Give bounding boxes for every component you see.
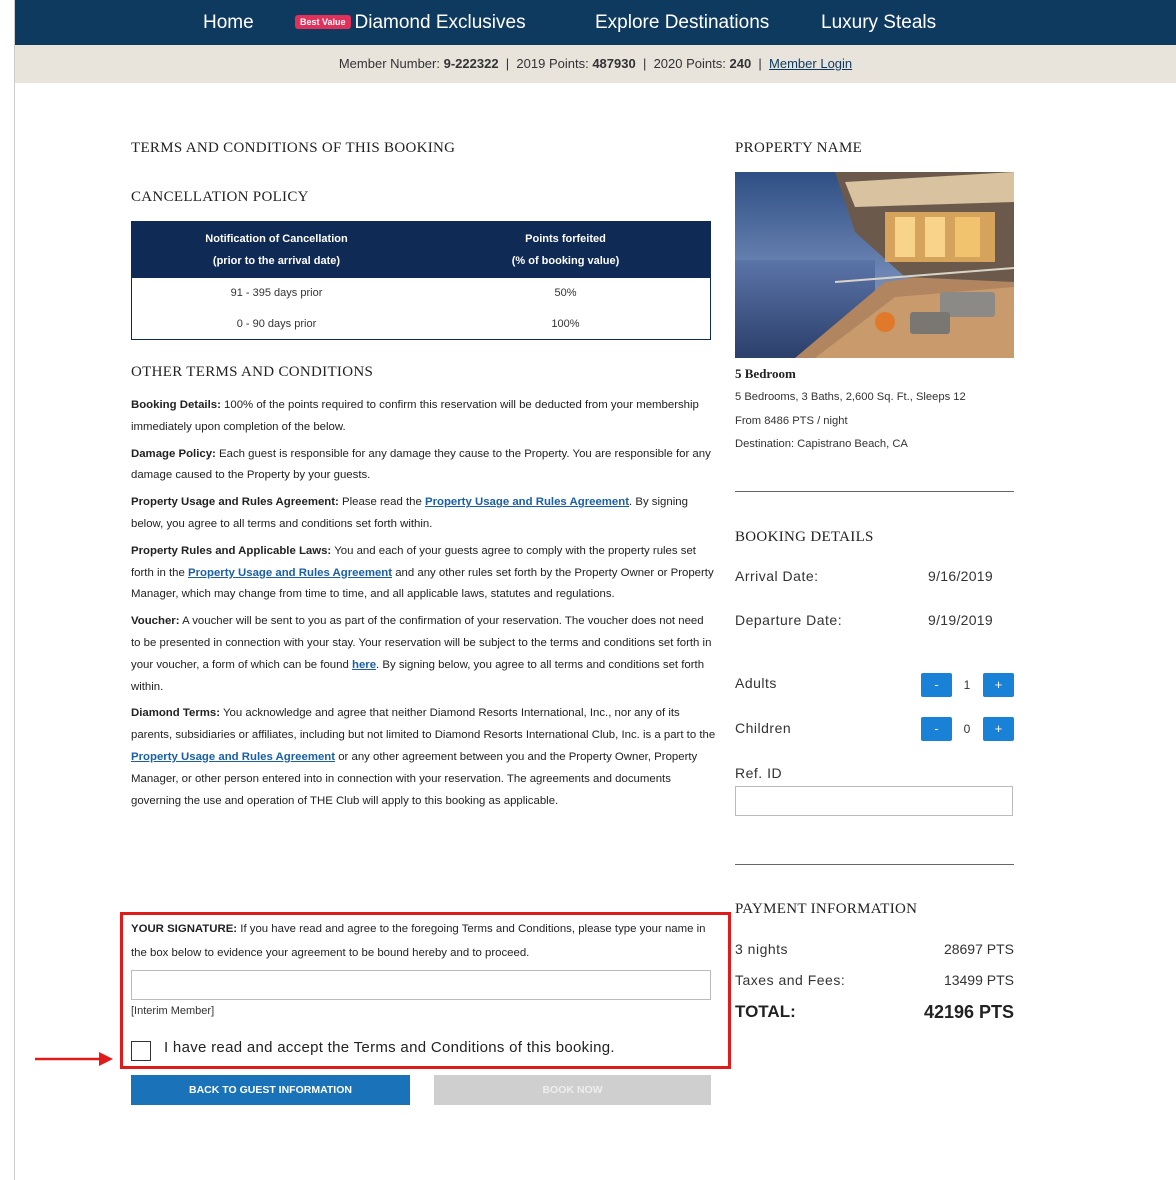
nights-label: 3 nights bbox=[735, 941, 789, 957]
property-destination: Destination: Capistrano Beach, CA bbox=[735, 438, 908, 450]
table-cell-period: 91 - 395 days prior bbox=[230, 287, 323, 299]
children-increment-button[interactable]: + bbox=[983, 717, 1014, 741]
table-cell-pct: 100% bbox=[551, 317, 580, 330]
red-arrow-icon bbox=[35, 1052, 113, 1066]
signature-instructions: YOUR SIGNATURE: If you have read and agr… bbox=[131, 917, 716, 965]
terms-heading: TERMS AND CONDITIONS OF THIS BOOKING bbox=[131, 140, 456, 156]
table-cell-period: 0 - 90 days prior bbox=[236, 317, 317, 330]
departure-date: 9/19/2019 bbox=[928, 612, 993, 628]
term-title: Damage Policy: bbox=[131, 447, 216, 460]
cancellation-table: Notification of Cancellation (prior to t… bbox=[131, 221, 711, 340]
booking-details-paragraph: Booking Details: 100% of the points requ… bbox=[131, 395, 716, 439]
signature-title: YOUR SIGNATURE: bbox=[131, 923, 238, 935]
member-type-label: [Interim Member] bbox=[131, 1005, 215, 1017]
damage-policy-paragraph: Damage Policy: Each guest is responsible… bbox=[131, 444, 716, 488]
table-header-points: Points forfeited (% of booking value) bbox=[421, 221, 711, 278]
term-title: Voucher: bbox=[131, 615, 180, 628]
term-title: Property Usage and Rules Agreement: bbox=[131, 496, 339, 509]
separator: | bbox=[505, 56, 510, 71]
nav-diamond-exclusives[interactable]: Best Value Diamond Exclusives bbox=[295, 12, 526, 34]
property-name-heading: PROPERTY NAME bbox=[735, 140, 863, 156]
divider bbox=[735, 491, 1014, 492]
header-line: (% of booking value) bbox=[511, 254, 620, 267]
ref-id-input[interactable] bbox=[735, 786, 1013, 816]
nav-explore-destinations[interactable]: Explore Destinations bbox=[595, 12, 769, 34]
usage-agreement-link[interactable]: Property Usage and Rules Agreement bbox=[188, 567, 392, 579]
back-to-guest-info-button[interactable]: BACK TO GUEST INFORMATION bbox=[131, 1075, 410, 1105]
children-label: Children bbox=[735, 720, 792, 736]
separator: | bbox=[642, 56, 647, 71]
term-text: Please read the bbox=[338, 496, 425, 509]
ref-id-label: Ref. ID bbox=[735, 765, 783, 781]
nav-home[interactable]: Home bbox=[203, 12, 254, 34]
points-2020: 240 bbox=[729, 56, 752, 71]
property-photo bbox=[735, 172, 1014, 358]
divider bbox=[735, 864, 1014, 865]
taxes-label: Taxes and Fees: bbox=[735, 972, 846, 988]
table-cell-pct: 50% bbox=[554, 287, 577, 299]
terms-body: Booking Details: 100% of the points requ… bbox=[131, 395, 716, 817]
rules-laws-paragraph: Property Rules and Applicable Laws: You … bbox=[131, 541, 716, 606]
points-2019: 487930 bbox=[592, 56, 636, 71]
arrival-date-label: Arrival Date: bbox=[735, 568, 819, 584]
usage-agreement-link[interactable]: Property Usage and Rules Agreement bbox=[425, 496, 629, 508]
member-number-label: Member Number: bbox=[338, 56, 440, 71]
header-line: Notification of Cancellation bbox=[205, 232, 348, 245]
header-line: Points forfeited bbox=[525, 232, 606, 245]
usage-agreement-link[interactable]: Property Usage and Rules Agreement bbox=[131, 751, 335, 763]
table-header-row: Notification of Cancellation (prior to t… bbox=[131, 221, 711, 278]
term-title: Property Rules and Applicable Laws: bbox=[131, 544, 332, 557]
total-label: TOTAL: bbox=[735, 1002, 796, 1021]
top-nav: Home Best Value Diamond Exclusives Explor… bbox=[15, 0, 1176, 45]
property-price: From 8486 PTS / night bbox=[735, 415, 848, 427]
children-decrement-button[interactable]: - bbox=[921, 717, 952, 741]
points-2020-label: 2020 Points: bbox=[653, 56, 726, 71]
usage-agreement-paragraph: Property Usage and Rules Agreement: Plea… bbox=[131, 492, 716, 536]
book-now-button[interactable]: BOOK NOW bbox=[434, 1075, 711, 1105]
other-terms-heading: OTHER TERMS AND CONDITIONS bbox=[131, 364, 374, 380]
taxes-value: 13499 PTS bbox=[943, 972, 1014, 988]
member-bar: Member Number: 9-222322 | 2019 Points: 4… bbox=[15, 45, 1176, 83]
header-line: (prior to the arrival date) bbox=[212, 254, 341, 267]
nav-luxury-steals[interactable]: Luxury Steals bbox=[821, 12, 936, 34]
nights-value: 28697 PTS bbox=[943, 941, 1014, 957]
cancellation-heading: CANCELLATION POLICY bbox=[131, 189, 309, 205]
adults-decrement-button[interactable]: - bbox=[921, 673, 952, 697]
arrival-date: 9/16/2019 bbox=[928, 568, 993, 584]
best-value-badge: Best Value bbox=[295, 15, 351, 29]
points-2019-label: 2019 Points: bbox=[516, 56, 589, 71]
children-count: 0 bbox=[963, 722, 971, 736]
accept-terms-checkbox[interactable] bbox=[131, 1041, 151, 1061]
table-header-notification: Notification of Cancellation (prior to t… bbox=[131, 221, 421, 278]
signature-input[interactable] bbox=[131, 970, 711, 1000]
term-text: Each guest is responsible for any damage… bbox=[131, 447, 711, 482]
payment-heading: PAYMENT INFORMATION bbox=[735, 901, 918, 917]
table-row: 91 - 395 days prior 50% bbox=[132, 278, 711, 309]
booking-details-heading: BOOKING DETAILS bbox=[735, 529, 874, 545]
separator: | bbox=[758, 56, 762, 71]
adults-label: Adults bbox=[735, 675, 777, 691]
voucher-here-link[interactable]: here bbox=[352, 659, 376, 671]
member-number: 9-222322 bbox=[443, 56, 499, 71]
property-image-icon bbox=[735, 172, 1014, 358]
diamond-terms-paragraph: Diamond Terms: You acknowledge and agree… bbox=[131, 703, 716, 812]
accept-terms-label[interactable]: I have read and accept the Terms and Con… bbox=[164, 1039, 615, 1056]
property-title: 5 Bedroom bbox=[735, 366, 796, 381]
member-login-link[interactable]: Member Login bbox=[769, 56, 852, 71]
adults-count: 1 bbox=[963, 678, 971, 692]
table-row: 0 - 90 days prior 100% bbox=[132, 309, 711, 340]
voucher-paragraph: Voucher: A voucher will be sent to you a… bbox=[131, 611, 716, 698]
term-title: Booking Details: bbox=[131, 399, 221, 411]
total-value: 42196 PTS bbox=[923, 1002, 1014, 1022]
nav-diamond-exclusives-label: Diamond Exclusives bbox=[354, 12, 526, 33]
term-title: Diamond Terms: bbox=[131, 707, 221, 720]
departure-date-label: Departure Date: bbox=[735, 612, 843, 628]
adults-increment-button[interactable]: + bbox=[983, 673, 1014, 697]
property-details: 5 Bedrooms, 3 Baths, 2,600 Sq. Ft., Slee… bbox=[735, 391, 966, 403]
